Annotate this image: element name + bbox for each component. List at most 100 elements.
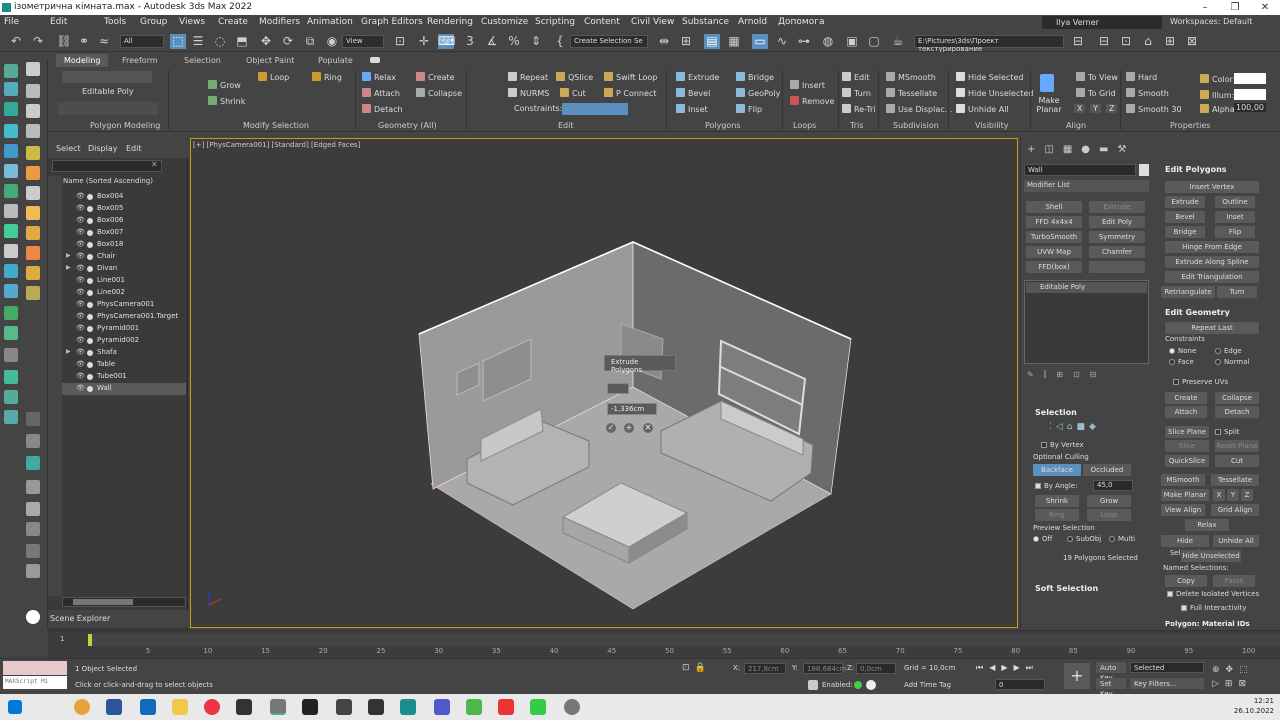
ribbon-tab-populate[interactable]: Populate [310,54,361,67]
hand-icon[interactable] [26,412,40,426]
explorer-row[interactable]: 👁 PhysCamera001.Target [62,311,186,323]
command-panel-tab-icons[interactable]: +◫▦●▬⚒ [1027,144,1157,156]
stack-tool-icons[interactable]: ✎⫿⊞⊡⊟ [1027,370,1137,380]
panel-visibility[interactable]: Visibility [975,121,1009,130]
modifier-turbosmooth-button[interactable]: TurboSmooth [1026,231,1082,243]
by-angle-input[interactable]: 45,0 [1093,480,1133,491]
ribbon-tab-object-paint[interactable]: Object Paint [238,54,302,67]
panel-align[interactable]: Align [1066,121,1086,130]
ring-selection-button[interactable]: Ring [1035,509,1079,521]
create-shape-icon[interactable] [4,64,18,78]
scale-icon[interactable]: ⧉ [302,34,318,49]
dropper-icon[interactable] [26,434,40,448]
list-icon[interactable] [4,410,18,424]
shrink-button[interactable]: Shrink [208,96,245,106]
insert-loop-button[interactable]: Insert [790,80,825,90]
make-planar-geom-button[interactable]: Make Planar [1161,489,1209,501]
snaps-toggle-icon[interactable]: 3 [462,34,478,49]
x-coordinate-field[interactable]: 217,8cm [744,663,786,674]
bridge-button[interactable]: Bridge [736,72,774,82]
loop-selection-button[interactable]: Loop [1087,509,1131,521]
path-icon[interactable] [26,286,40,300]
explorer-tab-edit[interactable]: Edit [126,144,142,153]
visibility-icon[interactable]: 👁 [76,192,85,200]
pyramid-icon[interactable] [26,124,40,138]
explorer-filter-icons[interactable] [48,176,62,596]
make-planar-icon[interactable] [1040,74,1054,92]
scene-explorer-dropdown[interactable]: Scene Explorer [50,614,110,623]
create-button[interactable]: Create [416,72,455,82]
expand-arrow-icon[interactable]: ▶ [66,348,71,355]
3dsmax-app-icon[interactable] [400,699,416,715]
ring-button[interactable]: Ring [312,72,342,82]
make-planar-label[interactable]: Make Planar [1036,96,1062,114]
edit-triangulation-button[interactable]: Edit Triangulation [1165,271,1259,283]
freeze-icon[interactable] [87,386,93,392]
constraint-edge-radio[interactable]: Edge [1215,347,1242,355]
attach-button[interactable]: Attach [362,88,400,98]
flip-button[interactable]: Flip [736,104,762,114]
link-icon[interactable]: ⛓ [56,34,72,49]
quickslice-button[interactable]: QuickSlice [1165,455,1209,467]
explorer-row[interactable]: 👁 Line001 [62,275,186,287]
misc-app-icon[interactable] [564,699,580,715]
time-slider-track[interactable] [88,634,1280,646]
alpha-input[interactable]: 100,00 [1234,103,1266,112]
freeze-icon[interactable] [87,362,93,368]
paste-named-button[interactable]: Paste [1213,575,1255,587]
word-icon[interactable] [106,699,122,715]
z-coordinate-field[interactable]: 0,0cm [856,663,896,674]
visibility-icon[interactable]: 👁 [76,360,85,368]
modifier-uvw-map-button[interactable]: UVW Map [1026,246,1082,258]
named-selection-dropdown[interactable]: Create Selection Se [570,35,648,48]
grid-align-button[interactable]: Grid Align [1211,504,1259,516]
tris-edit-button[interactable]: Edit [842,72,870,82]
autocad-icon[interactable] [302,699,318,715]
constraint-buttons[interactable] [562,103,628,115]
explorer-row[interactable]: 👁 Pyramid001 [62,323,186,335]
object-name-input[interactable]: Wall [1024,164,1136,176]
swift-loop-button[interactable]: Swift Loop [604,72,657,82]
ball-icon[interactable] [26,480,40,494]
status-lock-icons[interactable]: ⊡🔒 [682,663,732,673]
particle-icon[interactable] [26,246,40,260]
keyboard-shortcut-override-icon[interactable]: ⌨ [438,34,455,49]
toolbar-extra-icon-5[interactable]: ⊠ [1184,34,1200,49]
percent-snap-icon[interactable]: % [506,34,522,49]
plane-icon[interactable] [26,104,40,118]
freeze-icon[interactable] [87,350,93,356]
inset-poly-button[interactable]: Inset [1215,211,1255,223]
color-swatch[interactable] [1234,73,1266,84]
loop-button[interactable]: Loop [258,72,289,82]
explorer-row[interactable]: 👁 Box006 [62,215,186,227]
menu-tools[interactable]: Tools [104,17,126,27]
menu-help[interactable]: Допомога [778,17,824,27]
menu-edit[interactable]: Edit [50,17,67,27]
freeze-icon[interactable] [87,290,93,296]
modifier-list-dropdown[interactable]: Modifier List [1024,180,1149,192]
sort-icon[interactable] [4,348,18,362]
angle-snap-icon[interactable]: ∡ [484,34,500,49]
slice-plane-button[interactable]: Slice Plane [1165,426,1209,438]
modifier-edit-poly-button[interactable]: Edit Poly [1089,216,1145,228]
menu-arnold[interactable]: Arnold [738,17,767,27]
mirror-icon[interactable]: ⇹ [656,34,672,49]
place-icon[interactable]: ◉ [324,34,340,49]
msmooth-button[interactable]: MSmooth [886,72,936,82]
visibility-icon[interactable]: 👁 [76,216,85,224]
ribbon-tab-selection[interactable]: Selection [176,54,229,67]
flip-poly-button[interactable]: Flip [1215,226,1255,238]
close-button[interactable]: ✕ [1250,0,1280,15]
explorer-tab-select[interactable]: Select [56,144,81,153]
current-frame-field[interactable]: 0 [995,679,1045,690]
grid-icon[interactable] [4,284,18,298]
explorer-row[interactable]: 👁 PhysCamera001 [62,299,186,311]
workspaces-dropdown[interactable]: Workspaces: Default [1170,17,1252,26]
constraint-none-radio[interactable]: None [1169,347,1196,355]
subobject-icons[interactable] [62,71,152,83]
collapse-button[interactable]: Collapse [416,88,462,98]
freeze-icon[interactable] [87,266,93,272]
key-selection-dropdown[interactable]: Selected [1130,662,1204,673]
freeze-icon[interactable] [87,254,93,260]
edit-icon[interactable] [4,370,18,384]
